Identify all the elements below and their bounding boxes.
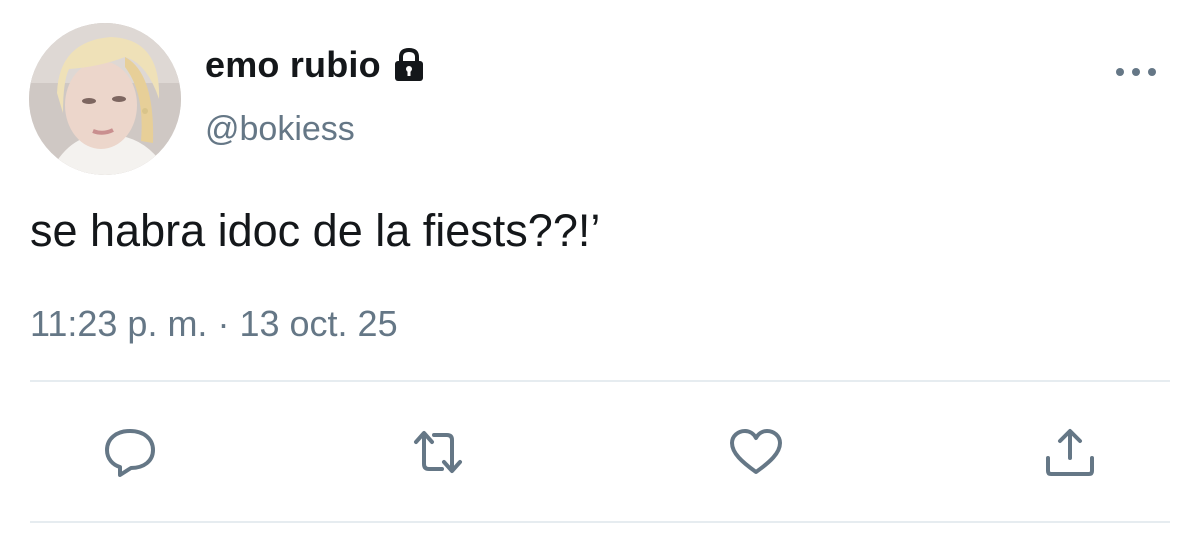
name-row: emo rubio (205, 42, 429, 88)
divider (30, 521, 1170, 523)
divider (30, 380, 1170, 382)
like-button[interactable] (728, 426, 784, 478)
tweet-card: emo rubio @bokiess se habra idoc de la f… (0, 0, 1200, 539)
tweet-text: se habra idoc de la fiests??!’ (30, 205, 601, 256)
tweet-date[interactable]: 13 oct. 25 (239, 303, 397, 344)
meta-separator: · (217, 303, 230, 344)
reply-icon (105, 429, 155, 477)
display-name[interactable]: emo rubio (205, 44, 381, 86)
retweet-button[interactable] (410, 426, 466, 478)
reply-button[interactable] (102, 426, 158, 478)
retweet-icon (414, 431, 462, 473)
user-handle[interactable]: @bokiess (205, 110, 355, 149)
lock-icon (389, 45, 429, 85)
tweet-meta: 11:23 p. m. · 13 oct. 25 (30, 303, 398, 345)
avatar-photo (29, 23, 181, 175)
share-icon (1046, 429, 1094, 476)
tweet-time[interactable]: 11:23 p. m. (30, 303, 207, 344)
more-icon[interactable] (1112, 60, 1160, 84)
share-button[interactable] (1042, 426, 1098, 478)
avatar[interactable] (29, 23, 181, 175)
heart-icon (730, 429, 782, 474)
